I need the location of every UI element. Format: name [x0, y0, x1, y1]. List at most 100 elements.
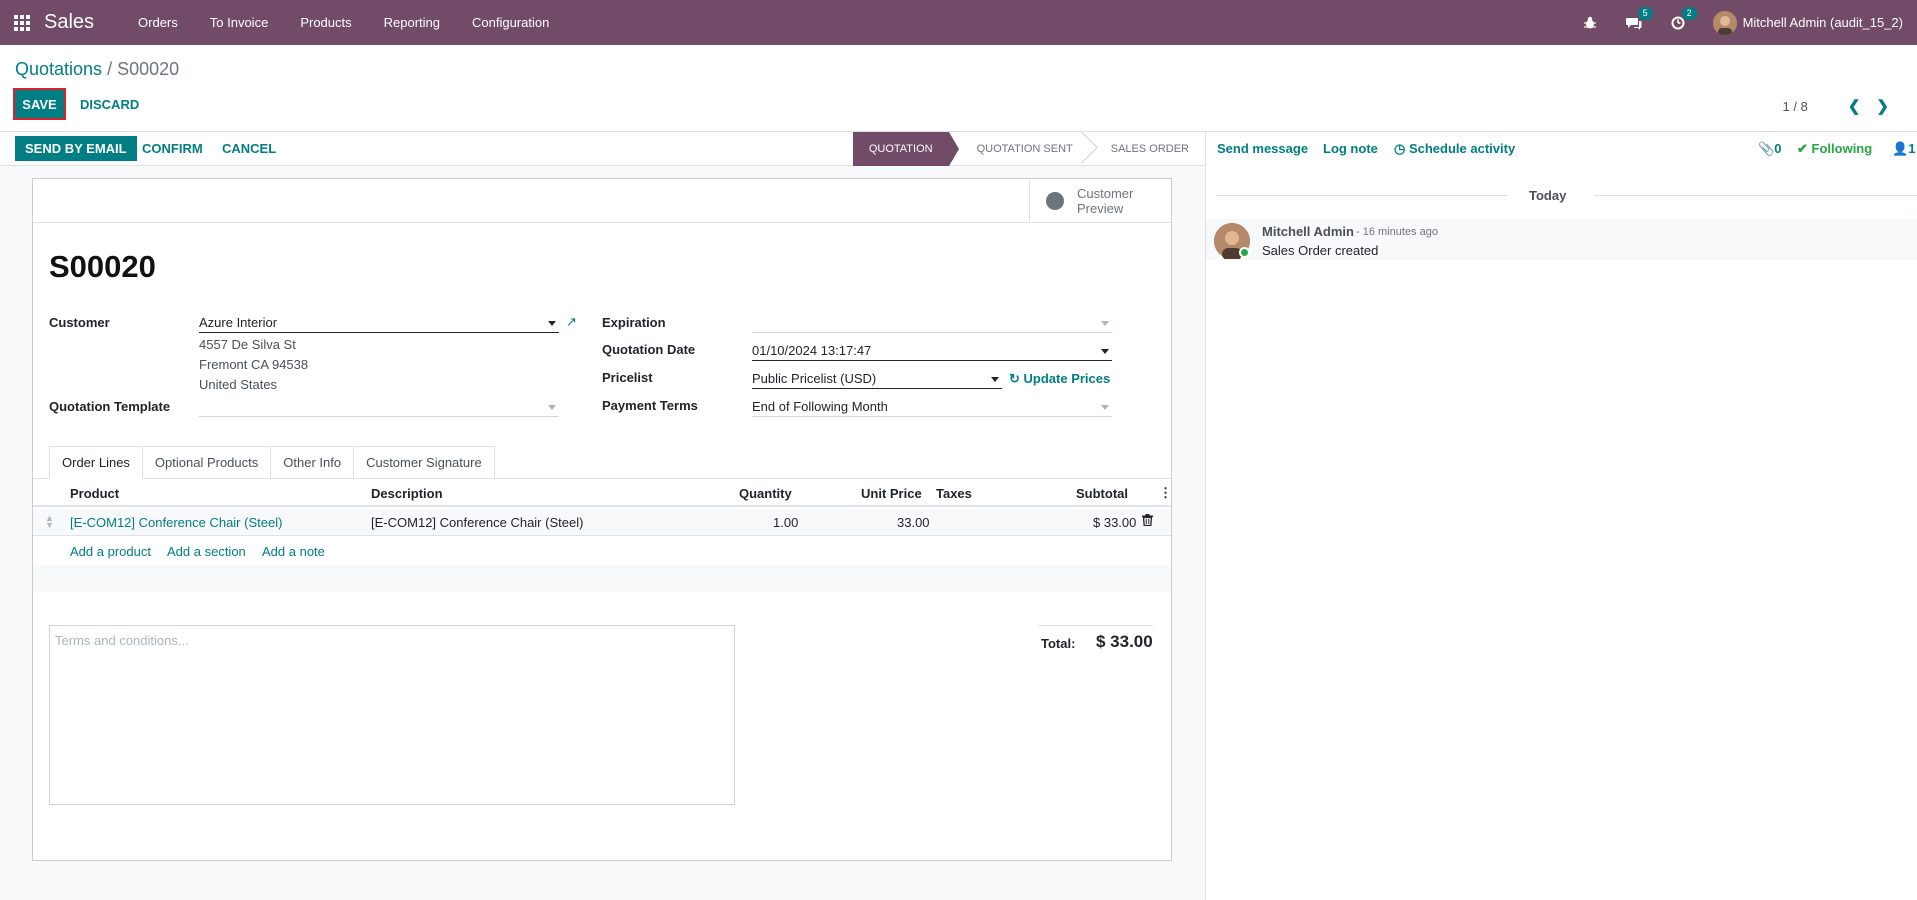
pager-counter[interactable]: 1 / 8 [1783, 99, 1808, 114]
add-section-link[interactable]: Add a section [167, 544, 246, 559]
following-label: Following [1811, 141, 1873, 156]
form-statusbar: SEND BY EMAIL CONFIRM CANCEL QUOTATION Q… [0, 132, 1205, 166]
row-quantity[interactable]: 1.00 [773, 515, 798, 530]
row-description[interactable]: [E-COM12] Conference Chair (Steel) [371, 515, 583, 530]
quotation-template-label: Quotation Template [49, 399, 171, 414]
debug-bug-icon[interactable] [1581, 14, 1599, 32]
breadcrumb-quotations[interactable]: Quotations [15, 59, 102, 79]
pricelist-dropdown-icon[interactable] [991, 377, 999, 382]
address-line: United States [199, 377, 278, 392]
message-author[interactable]: Mitchell Admin [1262, 224, 1354, 239]
pager-next-icon[interactable]: ❯ [1876, 97, 1889, 115]
breadcrumb: Quotations / S00020 [15, 59, 179, 80]
payment-terms-dropdown-icon[interactable] [1101, 405, 1109, 410]
date-dropdown-icon[interactable] [1101, 349, 1109, 354]
save-button[interactable]: SAVE [13, 88, 66, 120]
column-taxes[interactable]: Taxes [936, 486, 972, 501]
menu-products[interactable]: Products [284, 0, 367, 45]
pager-previous-icon[interactable]: ❮ [1848, 97, 1861, 115]
add-note-link[interactable]: Add a note [262, 544, 325, 559]
column-quantity[interactable]: Quantity [739, 486, 792, 501]
top-navbar: Sales Orders To Invoice Products Reporti… [0, 0, 1917, 45]
customer-preview-button[interactable]: Customer Preview [1029, 179, 1171, 223]
pricelist-field[interactable]: Public Pricelist (USD) [752, 369, 1002, 389]
pricelist-value: Public Pricelist (USD) [752, 371, 877, 386]
stage-quotation[interactable]: QUOTATION [852, 132, 959, 166]
tab-other-info[interactable]: Other Info [271, 446, 355, 479]
user-icon: 👤 [1892, 141, 1909, 156]
stage-sales-order[interactable]: SALES ORDER [1089, 132, 1205, 166]
total-value: $ 33.00 [1096, 632, 1153, 651]
online-status-icon [1239, 247, 1250, 258]
delete-row-icon[interactable] [1142, 514, 1153, 529]
menu-to-invoice[interactable]: To Invoice [194, 0, 285, 45]
messages-badge: 5 [1637, 6, 1653, 20]
user-avatar[interactable] [1712, 10, 1737, 35]
send-message-button[interactable]: Send message [1217, 141, 1308, 156]
column-product[interactable]: Product [70, 486, 119, 501]
customer-label: Customer [49, 315, 110, 330]
pager: 1 / 8 ❮ ❯ [1783, 97, 1889, 115]
optional-columns-icon[interactable]: ⋮ [1159, 485, 1172, 501]
menu-reporting[interactable]: Reporting [368, 0, 456, 45]
tab-optional-products[interactable]: Optional Products [142, 446, 272, 479]
breadcrumb-current: S00020 [117, 59, 180, 79]
confirm-button[interactable]: CONFIRM [142, 141, 203, 156]
activities-clock-icon[interactable]: 2 [1669, 6, 1697, 32]
log-note-button[interactable]: Log note [1323, 141, 1378, 156]
apps-menu-icon[interactable] [0, 0, 44, 45]
followers-count: 1 [1908, 141, 1916, 156]
menu-orders[interactable]: Orders [122, 0, 194, 45]
followers-button[interactable]: 👤1 [1892, 141, 1915, 157]
user-menu[interactable]: Mitchell Admin (audit_15_2) [1743, 15, 1903, 30]
row-product[interactable]: [E-COM12] Conference Chair (Steel) [70, 515, 282, 530]
send-by-email-button[interactable]: SEND BY EMAIL [15, 136, 137, 161]
button-box: Customer Preview [33, 179, 1171, 223]
external-link-icon[interactable]: ↗ [566, 314, 577, 330]
quotation-template-field[interactable] [199, 397, 559, 417]
column-description[interactable]: Description [371, 486, 443, 501]
expiration-dropdown-icon[interactable] [1101, 321, 1109, 326]
quotation-date-field[interactable]: 01/10/2024 13:17:47 [752, 341, 1112, 361]
payment-terms-field[interactable]: End of Following Month [752, 397, 1112, 417]
check-icon: ✔ [1797, 141, 1808, 156]
notebook-tabs: Order Lines Optional Products Other Info… [49, 446, 495, 479]
control-panel: Quotations / S00020 SAVE DISCARD 1 / 8 ❮… [0, 45, 1917, 132]
chatter-panel: Send message Log note ◷ Schedule activit… [1205, 132, 1917, 900]
template-dropdown-icon[interactable] [548, 405, 556, 410]
customer-dropdown-icon[interactable] [548, 321, 556, 326]
terms-and-conditions-input[interactable]: Terms and conditions... [49, 625, 735, 805]
app-brand[interactable]: Sales [44, 11, 94, 34]
today-separator: Today [1529, 188, 1567, 203]
form-sheet: Customer Preview S00020 Customer Azure I… [32, 178, 1172, 861]
expiration-label: Expiration [602, 315, 666, 330]
column-unit-price[interactable]: Unit Price [861, 486, 922, 501]
messages-icon[interactable]: 5 [1625, 6, 1653, 32]
update-prices-button[interactable]: ↻ Update Prices [1009, 371, 1110, 387]
activities-badge: 2 [1681, 6, 1697, 20]
pricelist-label: Pricelist [602, 370, 653, 385]
drag-handle-icon[interactable]: ▲ ▼ [45, 514, 54, 530]
row-unit-price[interactable]: 33.00 [897, 515, 930, 530]
following-button[interactable]: ✔ Following [1797, 141, 1872, 157]
address-line: Fremont CA 94538 [199, 357, 309, 372]
stage-quotation-sent[interactable]: QUOTATION SENT [949, 132, 1089, 166]
customer-field[interactable]: Azure Interior [199, 313, 559, 333]
message-body: Sales Order created [1262, 243, 1379, 258]
total-label: Total: [1041, 636, 1076, 651]
discard-button[interactable]: DISCARD [80, 97, 139, 112]
tab-order-lines[interactable]: Order Lines [49, 446, 143, 479]
add-product-link[interactable]: Add a product [70, 544, 151, 559]
expiration-field[interactable] [752, 313, 1112, 333]
chatter-message: Mitchell Admin - 16 minutes ago Sales Or… [1206, 219, 1917, 260]
form-sheet-area: Customer Preview S00020 Customer Azure I… [0, 166, 1205, 900]
payment-terms-label: Payment Terms [602, 398, 698, 413]
attachments-button[interactable]: 📎0 [1758, 141, 1781, 157]
table-row[interactable]: ▲ ▼ [E-COM12] Conference Chair (Steel) [E… [33, 509, 1171, 536]
column-subtotal[interactable]: Subtotal [1076, 486, 1128, 501]
refresh-icon: ↻ [1009, 371, 1020, 386]
menu-configuration[interactable]: Configuration [456, 0, 565, 45]
cancel-button[interactable]: CANCEL [222, 141, 276, 156]
tab-customer-signature[interactable]: Customer Signature [354, 446, 495, 479]
schedule-activity-button[interactable]: ◷ Schedule activity [1394, 141, 1515, 157]
